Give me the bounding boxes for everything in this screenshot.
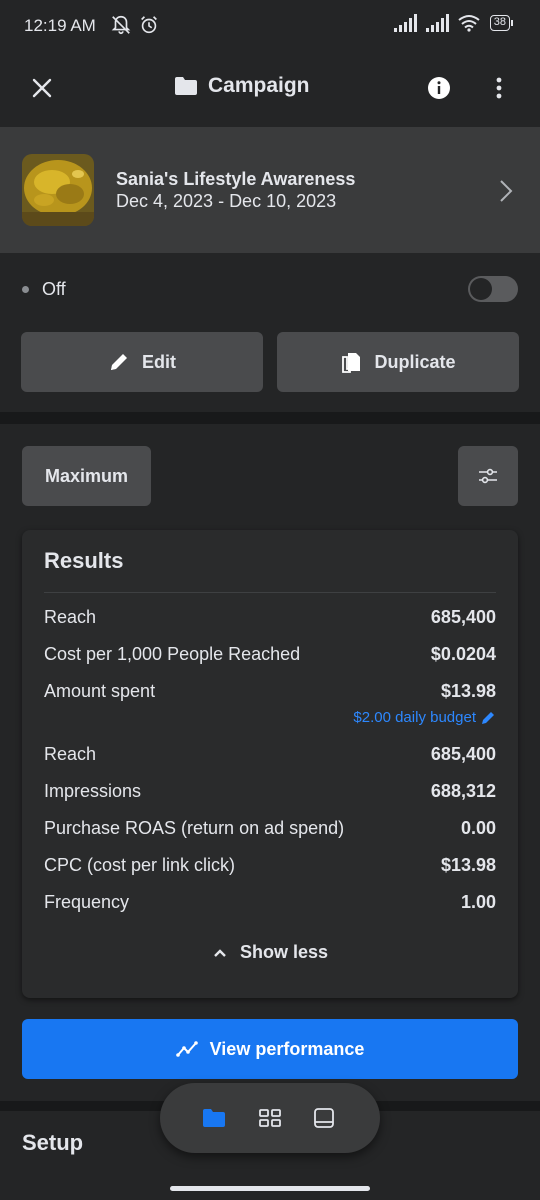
close-button[interactable] — [28, 74, 56, 102]
home-indicator[interactable] — [170, 1186, 370, 1191]
close-icon — [32, 78, 52, 98]
edit-label: Edit — [142, 351, 176, 372]
filter-settings-button[interactable] — [458, 446, 518, 506]
status-time: 12:19 AM — [24, 16, 96, 35]
metric-value: 685,400 — [430, 744, 496, 764]
campaign-dates: Dec 4, 2023 - Dec 10, 2023 — [116, 191, 337, 211]
status-icons-right: 38 — [393, 14, 514, 32]
status-label: Off — [42, 279, 66, 299]
daily-budget-link[interactable]: $2.00 daily budget — [353, 709, 496, 726]
daily-budget-text: $2.00 daily budget — [353, 709, 476, 726]
metric-label: Frequency — [44, 892, 130, 912]
system-status-bar: 12:19 AM 38 — [0, 0, 540, 52]
results-title: Results — [44, 548, 124, 573]
floating-nav-bar — [160, 1083, 380, 1153]
nav-adsets-button[interactable] — [258, 1106, 282, 1130]
page-title: Campaign — [208, 74, 310, 97]
metric-row: Reach 685,400 — [44, 607, 496, 633]
metric-row: Frequency 1.00 — [44, 892, 496, 918]
signal-icon — [393, 14, 417, 32]
sliders-icon — [479, 468, 497, 484]
folder-icon — [175, 77, 197, 95]
metric-row: Impressions 688,312 — [44, 781, 496, 807]
metric-label: Impressions — [44, 781, 142, 801]
metric-value: $0.0204 — [430, 644, 496, 664]
campaign-thumbnail — [22, 154, 94, 226]
ad-preview-icon — [314, 1108, 334, 1128]
more-vertical-icon — [496, 77, 502, 99]
signal-icon-2 — [425, 14, 449, 32]
campaign-toggle[interactable] — [468, 276, 518, 302]
nav-campaign-button[interactable] — [202, 1106, 226, 1130]
pencil-icon — [482, 711, 494, 724]
folder-icon — [203, 1109, 225, 1127]
nav-ads-button[interactable] — [312, 1106, 336, 1130]
info-button[interactable] — [427, 76, 451, 100]
campaign-name: Sania's Lifestyle Awareness — [116, 169, 356, 189]
duplicate-button[interactable]: Duplicate — [277, 332, 519, 392]
section-divider — [0, 412, 540, 424]
duplicate-icon — [342, 353, 361, 373]
metric-value: 688,312 — [430, 781, 496, 801]
metric-label: Cost per 1,000 People Reached — [44, 644, 301, 664]
chevron-up-icon — [214, 948, 226, 957]
status-dot — [22, 286, 29, 293]
bell-off-icon — [111, 15, 131, 35]
info-icon — [428, 77, 450, 99]
toggle-knob — [470, 278, 492, 300]
status-icons-left — [110, 14, 160, 36]
campaign-summary-card[interactable]: Sania's Lifestyle Awareness Dec 4, 2023 … — [0, 127, 540, 253]
show-less-button[interactable]: Show less — [22, 942, 518, 963]
metric-value: 1.00 — [460, 892, 496, 912]
metric-label: Reach — [44, 744, 97, 764]
metric-row: Purchase ROAS (return on ad spend) 0.00 — [44, 818, 496, 844]
chevron-right-icon — [500, 180, 513, 202]
campaign-status-row: Off — [0, 270, 540, 310]
metric-row: Cost per 1,000 People Reached $0.0204 — [44, 644, 496, 670]
metric-value: 0.00 — [460, 818, 496, 838]
battery-indicator: 38 — [489, 15, 514, 31]
metric-label: Amount spent — [44, 681, 156, 701]
setup-section-title: Setup — [22, 1130, 84, 1155]
show-less-label: Show less — [239, 942, 329, 962]
metric-label: Reach — [44, 607, 97, 627]
alarm-icon — [141, 16, 157, 34]
metric-label: Purchase ROAS (return on ad spend) — [44, 818, 345, 838]
header-title-group: Campaign — [174, 74, 310, 98]
trend-chart-icon — [175, 1041, 198, 1057]
wifi-icon — [458, 15, 480, 32]
more-options-button[interactable] — [488, 74, 510, 102]
metric-row: Amount spent $13.98 — [44, 681, 496, 707]
metric-label: CPC (cost per link click) — [44, 855, 236, 875]
view-performance-label: View performance — [209, 1038, 365, 1059]
results-card: Results Reach 685,400 Cost per 1,000 Peo… — [22, 530, 518, 998]
metric-value: $13.98 — [440, 681, 496, 701]
edit-button[interactable]: Edit — [21, 332, 263, 392]
metric-row: Reach 685,400 — [44, 744, 496, 770]
date-range-button[interactable]: Maximum — [22, 446, 151, 506]
results-divider — [44, 592, 496, 593]
view-performance-button[interactable]: View performance — [22, 1019, 518, 1079]
metric-value: $13.98 — [440, 855, 496, 875]
duplicate-label: Duplicate — [374, 351, 456, 372]
metric-value: 685,400 — [430, 607, 496, 627]
metric-row: CPC (cost per link click) $13.98 — [44, 855, 496, 881]
app-header: Campaign — [0, 52, 540, 126]
grid-icon — [259, 1109, 281, 1127]
pencil-icon — [111, 354, 127, 370]
